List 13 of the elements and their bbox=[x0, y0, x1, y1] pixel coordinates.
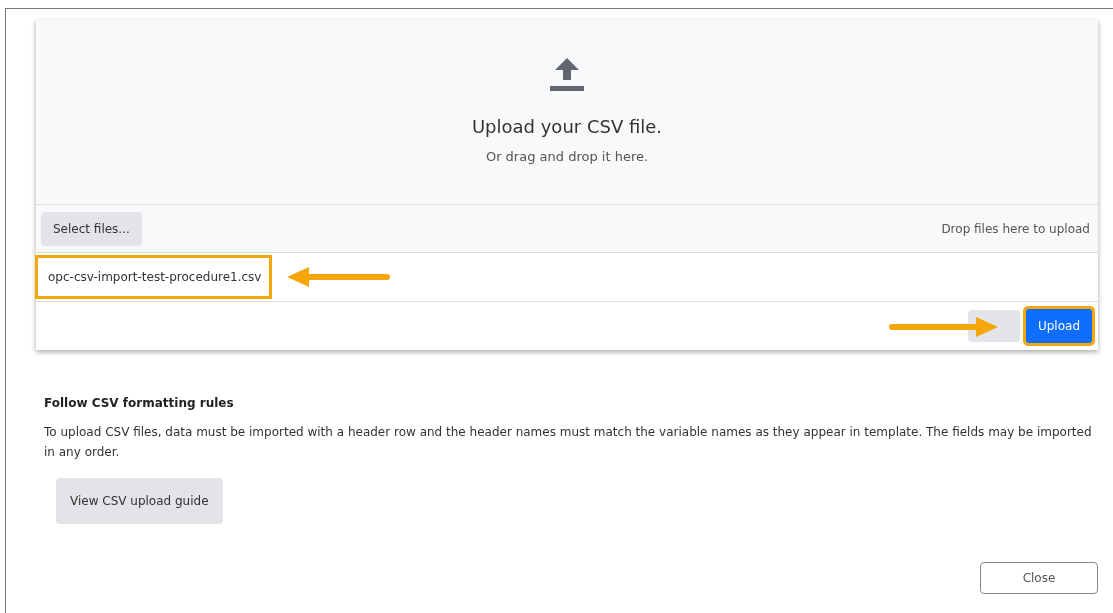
arrow-left-icon bbox=[287, 266, 392, 288]
drop-hint: Drop files here to upload bbox=[941, 221, 1090, 236]
select-files-button[interactable]: Select files... bbox=[41, 211, 142, 246]
dropzone-subtitle: Or drag and drop it here. bbox=[485, 149, 649, 164]
upload-button[interactable]: Upload bbox=[1025, 309, 1092, 343]
close-button[interactable]: Close bbox=[980, 562, 1098, 594]
file-name: opc-csv-import-test-procedure1.csv bbox=[36, 256, 272, 298]
rules-heading: Follow CSV formatting rules bbox=[44, 396, 235, 410]
dropzone-title: Upload your CSV file. bbox=[471, 116, 663, 137]
guide-button[interactable]: View CSV upload guide bbox=[56, 478, 223, 524]
upload-icon bbox=[549, 56, 585, 92]
arrow-right-icon bbox=[888, 316, 998, 338]
rules-text: To upload CSV files, data must be imported with a header row and the header names must match the variable names as they appear in template. The fields may be imported in any order. bbox=[44, 424, 1093, 461]
